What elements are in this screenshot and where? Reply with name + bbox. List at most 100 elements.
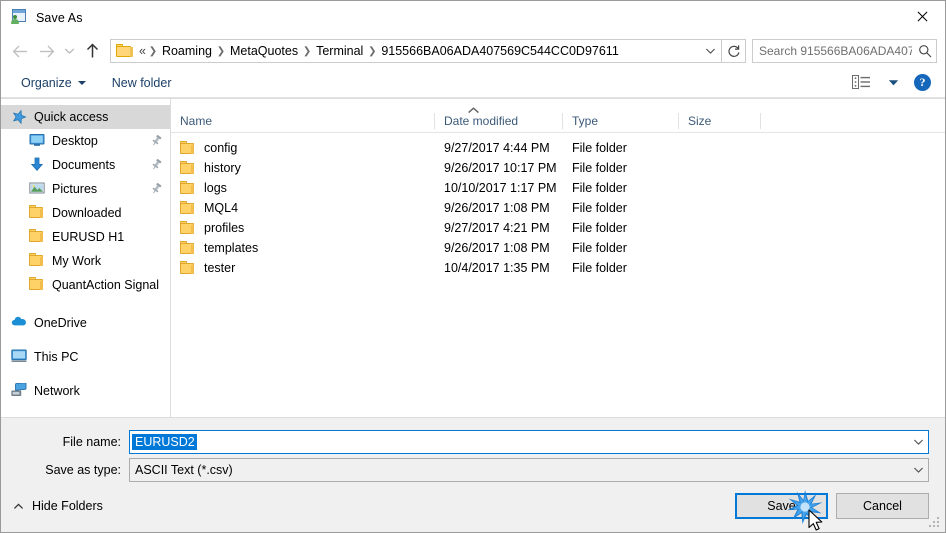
file-date-cell: 9/27/2017 4:21 PM [444,221,550,235]
file-name-input[interactable]: EURUSD2 [129,430,929,454]
this-pc-icon [11,349,27,365]
table-row[interactable]: tester 10/4/2017 1:35 PM File folder [171,258,945,278]
sidebar-item-label: Desktop [52,134,98,148]
star-icon [11,109,27,125]
change-view-button[interactable] [850,74,872,92]
organize-menu-button[interactable]: Organize [15,73,92,93]
file-name-dropdown-button[interactable] [909,438,928,446]
search-input[interactable] [753,44,914,58]
folder-icon [180,241,196,255]
table-row[interactable]: profiles 9/27/2017 4:21 PM File folder [171,218,945,238]
column-header-name[interactable]: Name [171,113,435,129]
table-row[interactable]: MQL4 9/26/2017 1:08 PM File folder [171,198,945,218]
file-type-cell: File folder [572,201,627,215]
save-as-type-dropdown-button[interactable] [909,466,928,474]
table-row[interactable]: history 9/26/2017 10:17 PM File folder [171,158,945,178]
cancel-button[interactable]: Cancel [836,493,929,519]
file-type-cell: File folder [572,141,627,155]
footer-actions: Hide Folders Save Cancel [1,480,945,532]
file-type-cell: File folder [572,161,627,175]
help-icon[interactable]: ? [914,74,931,91]
file-date-cell: 9/26/2017 10:17 PM [444,161,557,175]
chevron-down-icon [913,439,924,445]
sidebar-item-network[interactable]: Network [1,379,170,403]
pin-icon[interactable] [150,182,164,196]
sort-ascending-icon [467,101,480,119]
view-dropdown-button[interactable] [882,74,904,92]
chevron-down-icon [64,48,74,54]
save-as-icon [10,9,27,26]
pin-icon[interactable] [150,158,164,172]
chevron-down-icon [913,467,924,473]
column-header-size[interactable]: Size [679,113,761,129]
sidebar-item-this-pc[interactable]: This PC [1,345,170,369]
file-name-cell: config [171,141,435,155]
sidebar-item-onedrive[interactable]: OneDrive [1,311,170,335]
pin-icon[interactable] [150,134,164,148]
save-as-type-select[interactable]: ASCII Text (*.csv) [129,458,929,482]
chevron-down-icon [77,80,86,85]
breadcrumb-separator: ❯ [148,45,158,57]
file-date-cell: 10/10/2017 1:17 PM [444,181,557,195]
file-date-cell: 9/27/2017 4:44 PM [444,141,550,155]
sidebar-item-downloaded[interactable]: Downloaded [1,201,170,225]
sidebar-item-desktop[interactable]: Desktop [1,129,170,153]
table-row[interactable]: config 9/27/2017 4:44 PM File folder [171,138,945,158]
breadcrumb-separator: ❯ [302,45,312,57]
folder-icon [116,44,133,58]
file-name-value: EURUSD2 [132,434,197,450]
file-name-cell: tester [171,261,435,275]
new-folder-button[interactable]: New folder [106,73,178,93]
recent-locations-button[interactable] [59,38,79,64]
file-list-pane: Name Date modified Type Size config 9/27… [171,99,945,417]
folder-icon [29,253,45,269]
breadcrumb-item-metaquotes[interactable]: MetaQuotes [226,43,302,59]
sidebar-item-pictures[interactable]: Pictures [1,177,170,201]
forward-button[interactable] [33,38,59,64]
save-button[interactable]: Save [735,493,828,519]
search-box[interactable] [752,39,937,63]
column-header-type[interactable]: Type [563,113,679,129]
breadcrumb-item-roaming[interactable]: Roaming [158,43,216,59]
file-type-cell: File folder [572,221,627,235]
desktop-icon [29,133,45,149]
file-name-label: MQL4 [204,201,239,215]
close-button[interactable] [899,1,945,32]
file-name-cell: logs [171,181,435,195]
hide-folders-button[interactable]: Hide Folders [13,499,103,513]
file-name-cell: profiles [171,221,435,235]
file-rows: config 9/27/2017 4:44 PM File folder his… [171,133,945,417]
back-arrow-icon [12,45,27,57]
save-as-dialog: Save As « ❯ Roaming ❯ MetaQuotes ❯ Termi… [0,0,946,533]
sidebar-item-quick-access[interactable]: Quick access [1,105,170,129]
sidebar-item-my-work[interactable]: My Work [1,249,170,273]
view-layout-icon [851,75,870,89]
folder-icon [29,205,45,221]
sidebar-item-documents[interactable]: Documents [1,153,170,177]
sidebar-item-quantaction-signal[interactable]: QuantAction Signal [1,273,170,297]
table-row[interactable]: logs 10/10/2017 1:17 PM File folder [171,178,945,198]
column-headers: Name Date modified Type Size [171,110,945,133]
sidebar-item-label: Pictures [52,182,98,196]
organize-label: Organize [21,75,72,90]
hide-folders-label: Hide Folders [32,499,103,513]
back-button[interactable] [7,38,33,64]
address-bar[interactable]: « ❯ Roaming ❯ MetaQuotes ❯ Terminal ❯ 91… [110,39,722,63]
breadcrumb-item-terminal[interactable]: Terminal [312,43,367,59]
address-dropdown-button[interactable] [700,40,721,62]
title-bar: Save As [1,1,945,34]
resize-grip-icon[interactable] [929,517,941,529]
refresh-icon [727,45,739,57]
chevron-down-icon [888,79,898,85]
up-button[interactable] [79,38,105,64]
file-date-cell: 10/4/2017 1:35 PM [444,261,550,275]
breadcrumb-overflow[interactable]: « [137,43,148,59]
breadcrumb-item-terminal-id[interactable]: 915566BA06ADA407569C544CC0D97611 [377,43,622,59]
documents-icon [29,157,45,173]
refresh-button[interactable] [722,39,746,63]
folder-icon [180,221,196,235]
column-header-date-modified[interactable]: Date modified [435,113,563,129]
sidebar-item-eurusd-h1[interactable]: EURUSD H1 [1,225,170,249]
sort-indicator-row [171,99,945,114]
table-row[interactable]: templates 9/26/2017 1:08 PM File folder [171,238,945,258]
